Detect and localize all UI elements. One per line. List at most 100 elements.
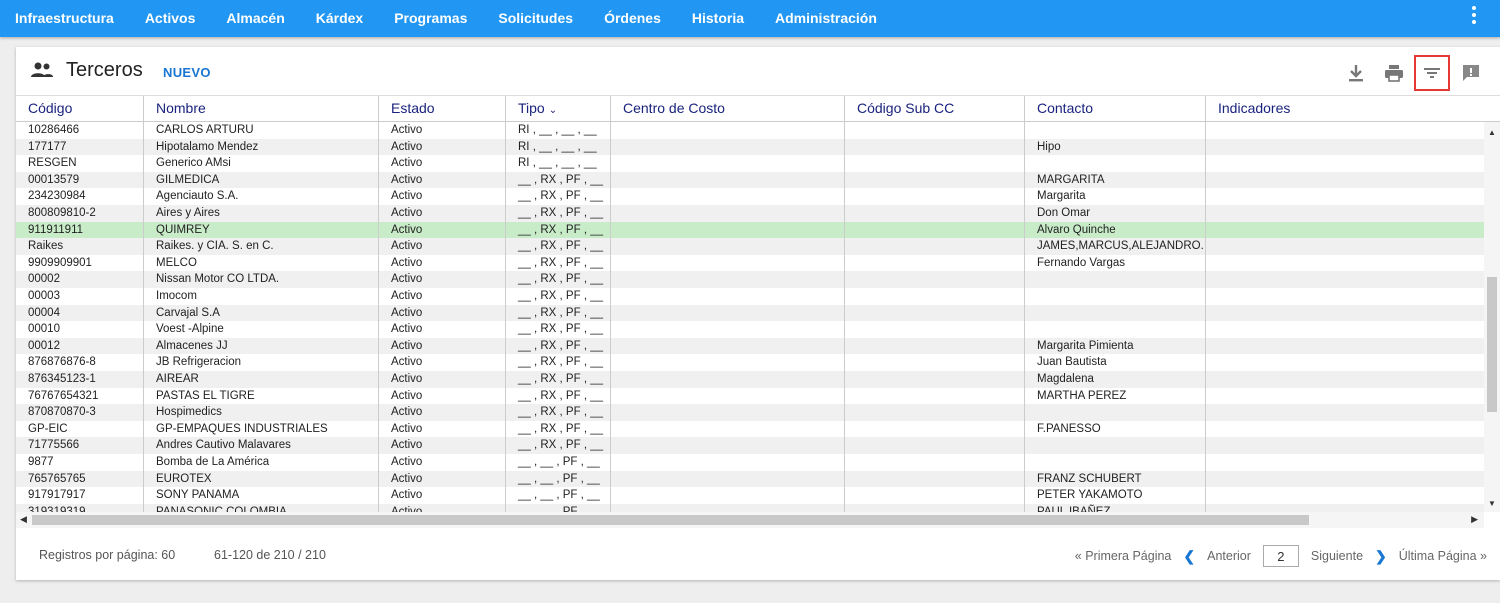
vertical-scroll-thumb[interactable] [1487,277,1497,412]
table-cell [610,404,844,421]
table-row[interactable]: 00010 Voest -Alpine Activo __ , RX , PF , _… [16,321,1484,338]
scroll-left-icon[interactable]: ◀ [20,514,27,525]
table-row[interactable]: 876345123-1 AIREAR Activo __ , RX , PF , __… [16,371,1484,388]
column-header-0[interactable]: Código [16,96,143,122]
scroll-up-icon[interactable]: ▲ [1488,128,1496,137]
table-row[interactable]: 00012 Almacenes JJ Activo __ , RX , PF , __… [16,337,1484,355]
table-cell: Fernando Vargas [1024,254,1205,272]
nav-item-1[interactable]: Activos [129,0,211,37]
nav-item-2[interactable]: Almacén [211,0,300,37]
column-header-1[interactable]: Nombre [143,96,378,122]
table-cell: 76767654321 [28,389,99,402]
table-row[interactable]: 319319319 PANASONIC COLOMBIA Activo __ , __… [16,503,1484,512]
table-cell: Juan Bautista [1024,354,1205,371]
table-row[interactable]: 765765765 EUROTEX Activo __ , __ , PF , __ F… [16,470,1484,488]
table-row[interactable]: 177177 Hipotalamo Mendez Activo RI , __ , _… [16,138,1484,156]
nav-item-3[interactable]: Kárdex [300,0,378,37]
download-icon[interactable] [1344,61,1368,85]
table-cell: GILMEDICA [143,171,378,189]
next-page-link[interactable]: Siguiente [1311,549,1363,563]
table-cell: Activo [378,288,505,305]
nav-item-0[interactable]: Infraestructura [0,0,129,37]
table-cell: 911911911 [28,223,84,236]
table-cell: Activo [378,138,505,156]
column-header-4[interactable]: Centro de Costo [610,96,844,122]
table-row[interactable]: 876876876-8 JB Refrigeracion Activo __ , RX… [16,354,1484,371]
table-cell [1205,304,1484,322]
scroll-down-icon[interactable]: ▼ [1488,499,1496,508]
table-cell: __ , RX , PF , __ [505,271,610,288]
record-range: 61-120 de 210 / 210 [214,548,326,562]
table-cell: __ , RX , PF , __ [505,354,610,371]
table-cell: JAMES,MARCUS,ALEJANDRO. [1024,238,1205,255]
rows-per-page[interactable]: Registros por página: 60 [39,548,175,562]
table-cell [610,188,844,205]
table-row[interactable]: Raikes Raikes. y CIA. S. en C. Activo __ , … [16,238,1484,255]
table-row[interactable]: 71775566 Andres Cautivo Malavares Activo __… [16,437,1484,454]
table-row[interactable]: 10286466 CARLOS ARTURU Activo RI , __ , __ … [16,122,1484,139]
table-cell [844,337,1024,355]
table-cell [1205,354,1484,371]
column-header-label: Tipo [518,100,545,116]
table-cell: RI , __ , __ , __ [505,138,610,156]
table-cell [844,454,1024,471]
table-row[interactable]: 870870870-3 Hospimedics Activo __ , RX , PF… [16,404,1484,421]
table-row[interactable]: 00013579 GILMEDICA Activo __ , RX , PF , __… [16,171,1484,189]
table-cell [610,221,844,239]
chevron-right-icon[interactable]: ❯ [1375,548,1387,565]
table-body: 10286466 CARLOS ARTURU Activo RI , __ , __ … [16,122,1484,512]
previous-page-link[interactable]: Anterior [1207,549,1251,563]
print-icon[interactable] [1382,61,1406,85]
column-header-3[interactable]: Tipo ⌄ [505,96,610,122]
horizontal-scroll-thumb[interactable] [32,515,1309,525]
column-header-label: Centro de Costo [623,100,725,116]
table-row[interactable]: 917917917 SONY PANAMA Activo __ , __ , PF ,… [16,487,1484,504]
column-header-7[interactable]: Indicadores [1205,96,1484,122]
last-page-link[interactable]: Última Página » [1399,549,1487,563]
page-number-input[interactable] [1262,545,1299,567]
table-cell: Hipo [1024,138,1205,156]
scroll-right-icon[interactable]: ▶ [1471,514,1478,525]
nav-item-7[interactable]: Historia [676,0,759,37]
nav-item-4[interactable]: Programas [379,0,483,37]
table-cell [1205,420,1484,438]
table-row[interactable]: GP-EIC GP-EMPAQUES INDUSTRIALES Activo __ ,… [16,420,1484,438]
more-options-icon[interactable] [1470,6,1478,28]
table-cell [610,271,844,288]
horizontal-scrollbar[interactable]: ◀ ▶ [16,512,1484,528]
filter-icon[interactable] [1414,55,1450,91]
vertical-scrollbar[interactable]: ▲ ▼ [1484,122,1500,512]
table-row[interactable]: 00004 Carvajal S.A Activo __ , RX , PF , __ [16,304,1484,322]
table-cell: 71775566 [28,439,80,452]
table-row[interactable]: 9909909901 MELCO Activo __ , RX , PF , __ Fe… [16,254,1484,272]
table-row[interactable]: 9877 Bomba de La América Activo __ , __ , P… [16,454,1484,471]
table-cell: 00012 [28,339,60,352]
table-row[interactable]: 234230984 Agenciauto S.A. Activo __ , RX , … [16,188,1484,205]
table-cell [1024,122,1205,139]
table-cell: PAUL IBAÑEZ [1024,503,1205,512]
chevron-left-icon[interactable]: ❮ [1183,548,1195,565]
table-cell [1205,271,1484,288]
table-row[interactable]: 800809810-2 Aires y Aires Activo __ , RX , … [16,205,1484,222]
table-cell: Activo [378,221,505,239]
table-cell [1205,138,1484,156]
chevron-down-icon[interactable]: ⌄ [549,99,557,123]
table-row[interactable]: 00003 Imocom Activo __ , RX , PF , __ [16,288,1484,305]
column-header-6[interactable]: Contacto [1024,96,1205,122]
table-row[interactable]: 00002 Nissan Motor CO LTDA. Activo __ , RX … [16,271,1484,288]
first-page-link[interactable]: « Primera Página [1075,549,1172,563]
nav-item-5[interactable]: Solicitudes [483,0,589,37]
feedback-icon[interactable] [1459,61,1483,85]
table-cell: 765765765 [28,472,86,485]
column-header-5[interactable]: Código Sub CC [844,96,1024,122]
new-button[interactable]: NUEVO [163,65,211,80]
nav-item-6[interactable]: Órdenes [589,0,677,37]
table-row[interactable]: 911911911 QUIMREY Activo __ , RX , PF , __ A… [16,221,1484,239]
table-row[interactable]: 76767654321 PASTAS EL TIGRE Activo __ , RX … [16,387,1484,405]
panel-header: Terceros NUEVO [16,47,1500,95]
table-row[interactable]: RESGEN Generico AMsi Activo RI , __ , __ , … [16,155,1484,172]
table-cell [1205,188,1484,205]
nav-item-8[interactable]: Administración [760,0,893,37]
column-header-2[interactable]: Estado [378,96,505,122]
table-cell: Aires y Aires [143,205,378,222]
